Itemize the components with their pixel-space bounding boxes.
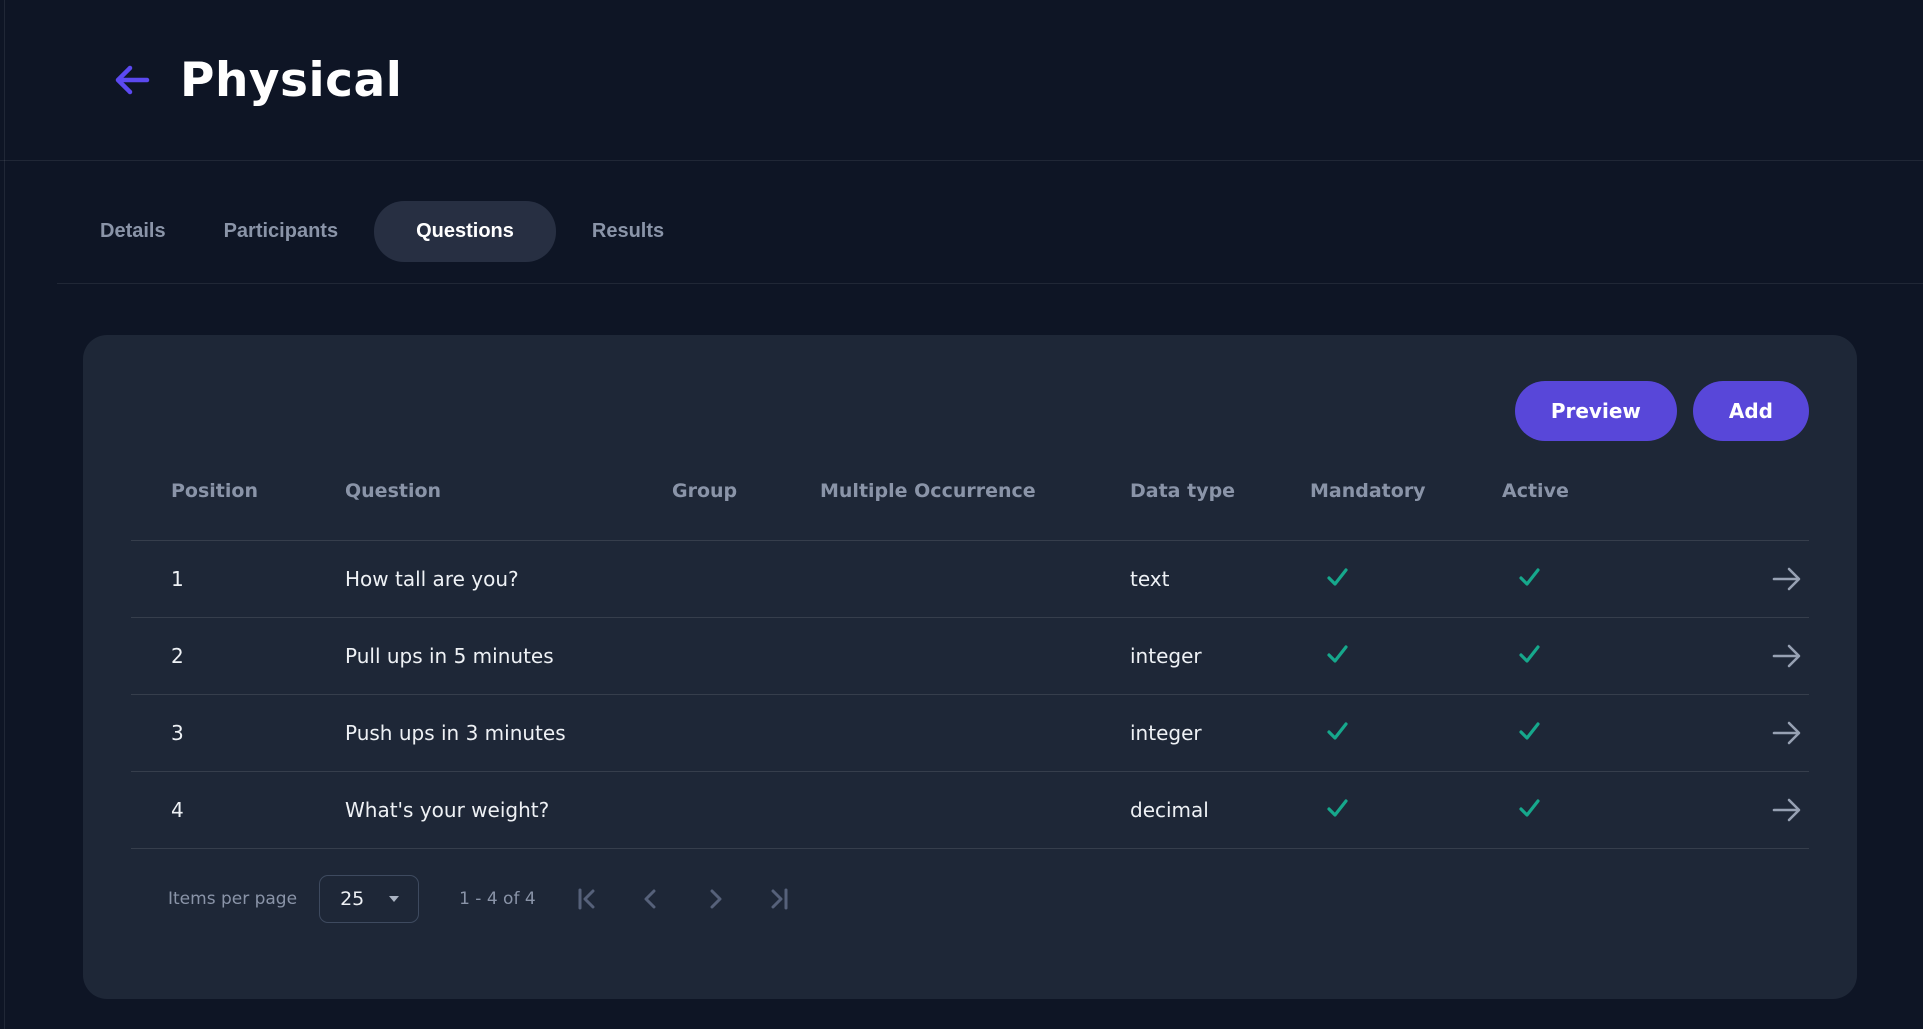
mandatory-check-icon bbox=[1324, 563, 1351, 590]
cell-data-type: text bbox=[1130, 567, 1310, 591]
last-page-icon bbox=[766, 886, 792, 912]
questions-card: Preview Add Position Question Group Mult… bbox=[83, 335, 1857, 999]
page-title: Physical bbox=[180, 53, 402, 108]
paginator: Items per page 25 1 - 4 of 4 bbox=[131, 849, 1809, 949]
table-body: 1 How tall are you? text bbox=[131, 541, 1809, 849]
open-row-button[interactable] bbox=[1769, 641, 1805, 671]
arrow-right-icon bbox=[1770, 642, 1804, 670]
cell-data-type: decimal bbox=[1130, 798, 1310, 822]
pager-controls bbox=[572, 884, 794, 914]
items-per-page-select[interactable]: 25 bbox=[319, 875, 419, 923]
open-row-button[interactable] bbox=[1769, 564, 1805, 594]
table-header-row: Position Question Group Multiple Occurre… bbox=[131, 441, 1809, 541]
column-header-mandatory: Mandatory bbox=[1310, 480, 1502, 502]
mandatory-check-icon bbox=[1324, 640, 1351, 667]
cell-question: Push ups in 3 minutes bbox=[345, 721, 672, 745]
cell-position: 3 bbox=[171, 721, 345, 745]
tab-bar: Details Participants Questions Results bbox=[78, 201, 1923, 262]
active-check-icon bbox=[1516, 563, 1543, 590]
open-row-button[interactable] bbox=[1769, 718, 1805, 748]
left-edge-divider bbox=[4, 0, 5, 1029]
cell-question: Pull ups in 5 minutes bbox=[345, 644, 672, 668]
first-page-button[interactable] bbox=[572, 884, 602, 914]
arrow-right-icon bbox=[1770, 719, 1804, 747]
page-range-label: 1 - 4 of 4 bbox=[459, 889, 536, 909]
questions-table: Position Question Group Multiple Occurre… bbox=[131, 441, 1809, 849]
column-header-group: Group bbox=[672, 480, 820, 502]
open-row-button[interactable] bbox=[1769, 795, 1805, 825]
column-header-question: Question bbox=[345, 480, 672, 502]
tab-participants[interactable]: Participants bbox=[202, 201, 360, 262]
active-check-icon bbox=[1516, 717, 1543, 744]
cell-data-type: integer bbox=[1130, 721, 1310, 745]
first-page-icon bbox=[574, 886, 600, 912]
tab-questions[interactable]: Questions bbox=[374, 201, 556, 262]
arrow-left-icon bbox=[113, 63, 151, 97]
cell-position: 1 bbox=[171, 567, 345, 591]
table-row[interactable]: 3 Push ups in 3 minutes integer bbox=[131, 695, 1809, 772]
items-per-page-label: Items per page bbox=[168, 889, 297, 909]
tabs-divider bbox=[57, 283, 1923, 284]
arrow-right-icon bbox=[1770, 565, 1804, 593]
cell-position: 4 bbox=[171, 798, 345, 822]
page-header: Physical bbox=[0, 0, 1923, 161]
chevron-down-icon bbox=[388, 895, 400, 903]
cell-position: 2 bbox=[171, 644, 345, 668]
table-row[interactable]: 2 Pull ups in 5 minutes integer bbox=[131, 618, 1809, 695]
cell-question: How tall are you? bbox=[345, 567, 672, 591]
column-header-active: Active bbox=[1502, 480, 1720, 502]
next-page-button[interactable] bbox=[700, 884, 730, 914]
previous-page-button[interactable] bbox=[636, 884, 666, 914]
active-check-icon bbox=[1516, 794, 1543, 821]
column-header-position: Position bbox=[171, 480, 345, 502]
back-button[interactable] bbox=[110, 58, 154, 102]
cell-question: What's your weight? bbox=[345, 798, 672, 822]
add-button[interactable]: Add bbox=[1693, 381, 1809, 441]
last-page-button[interactable] bbox=[764, 884, 794, 914]
active-check-icon bbox=[1516, 640, 1543, 667]
mandatory-check-icon bbox=[1324, 717, 1351, 744]
preview-button[interactable]: Preview bbox=[1515, 381, 1677, 441]
tab-details[interactable]: Details bbox=[78, 201, 188, 262]
chevron-right-icon bbox=[702, 886, 728, 912]
table-row[interactable]: 4 What's your weight? decimal bbox=[131, 772, 1809, 849]
tab-results[interactable]: Results bbox=[570, 201, 686, 262]
arrow-right-icon bbox=[1770, 796, 1804, 824]
card-actions: Preview Add bbox=[131, 381, 1809, 441]
mandatory-check-icon bbox=[1324, 794, 1351, 821]
table-row[interactable]: 1 How tall are you? text bbox=[131, 541, 1809, 618]
page-size-value: 25 bbox=[340, 888, 364, 910]
column-header-data-type: Data type bbox=[1130, 480, 1310, 502]
cell-data-type: integer bbox=[1130, 644, 1310, 668]
chevron-left-icon bbox=[638, 886, 664, 912]
column-header-multiple-occurrence: Multiple Occurrence bbox=[820, 480, 1130, 502]
